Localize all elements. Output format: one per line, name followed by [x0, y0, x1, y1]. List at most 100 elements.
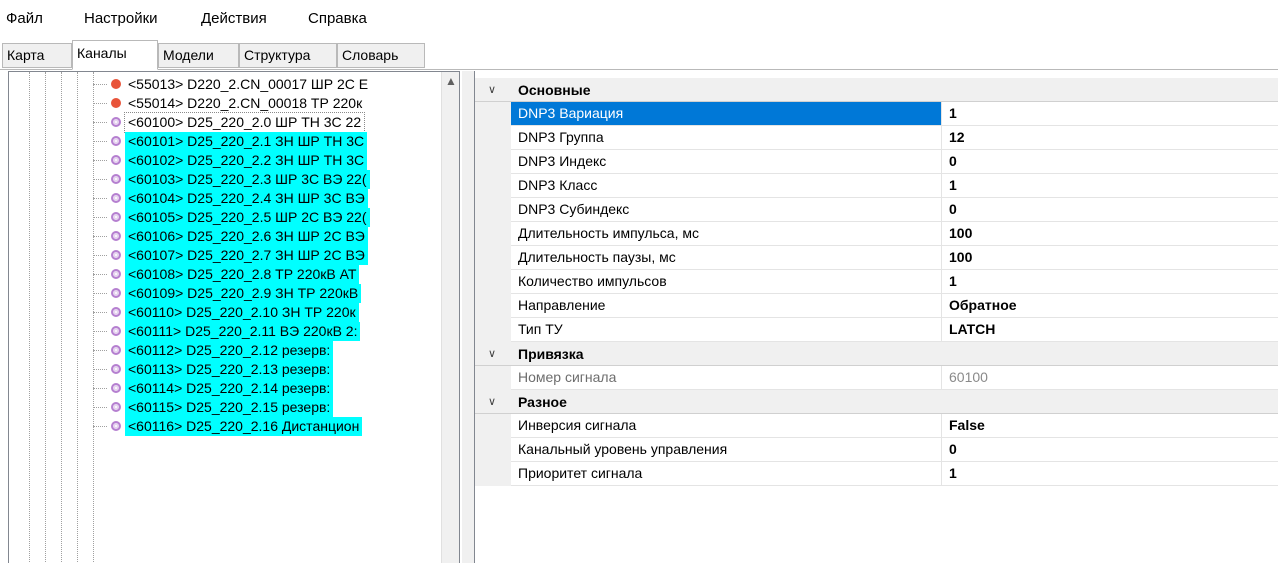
property-name[interactable]: Длительность импульса, мс	[511, 222, 942, 245]
tree-item[interactable]: <60107> D25_220_2.7 ЗН ШР 2С ВЭ	[93, 246, 459, 265]
tree-guide	[61, 72, 62, 563]
property-row[interactable]: DNP3 Группа 12	[475, 126, 1278, 150]
status-dot-icon	[111, 155, 121, 165]
tab-strip: Карта Каналы Модели Структура Словарь	[0, 40, 1278, 70]
tree-connector	[93, 198, 107, 199]
property-name[interactable]: Тип ТУ	[511, 318, 942, 341]
tree-item[interactable]: <60114> D25_220_2.14 резерв:	[93, 379, 459, 398]
property-value[interactable]: False	[942, 414, 985, 437]
tree-item[interactable]: <60106> D25_220_2.6 ЗН ШР 2С ВЭ	[93, 227, 459, 246]
chevron-down-icon[interactable]: ∨	[483, 393, 501, 411]
property-name[interactable]: Номер сигнала	[511, 366, 942, 389]
status-dot-icon	[111, 307, 121, 317]
property-value[interactable]: 0	[942, 150, 957, 173]
tree-guide	[29, 72, 30, 563]
tab-structure[interactable]: Структура	[239, 43, 337, 68]
tree-item[interactable]: <60109> D25_220_2.9 ЗН ТР 220кВ	[93, 284, 459, 303]
tree-guide	[77, 72, 78, 563]
property-value[interactable]: 1	[942, 174, 957, 197]
property-value[interactable]: 1	[942, 102, 957, 125]
tree-item[interactable]: <60101> D25_220_2.1 ЗН ШР ТН 3С	[93, 132, 459, 151]
tree-connector	[93, 274, 107, 275]
property-value[interactable]: LATCH	[942, 318, 995, 341]
chevron-down-icon[interactable]: ∨	[483, 81, 501, 99]
menu-file[interactable]: Файл	[6, 10, 43, 28]
property-row[interactable]: DNP3 Класс 1	[475, 174, 1278, 198]
property-value[interactable]: 1	[942, 462, 957, 485]
property-name[interactable]: Приоритет сигнала	[511, 462, 942, 485]
tree-connector	[93, 236, 107, 237]
property-name[interactable]: Длительность паузы, мс	[511, 246, 942, 269]
property-row[interactable]: Количество импульсов 1	[475, 270, 1278, 294]
tree-item-label: <60110> D25_220_2.10 ЗН ТР 220к	[125, 303, 359, 322]
property-row[interactable]: Инверсия сигнала False	[475, 414, 1278, 438]
tree-item[interactable]: <60104> D25_220_2.4 ЗН ШР 3С ВЭ	[93, 189, 459, 208]
property-name[interactable]: Количество импульсов	[511, 270, 942, 293]
property-category[interactable]: ∨ Привязка	[475, 342, 1278, 366]
property-value[interactable]: 12	[942, 126, 965, 149]
tree-item[interactable]: <60111> D25_220_2.11 ВЭ 220кВ 2:	[93, 322, 459, 341]
tree-item-label: <55014> D220_2.CN_00018 ТР 220к	[128, 95, 363, 111]
property-name[interactable]: Направление	[511, 294, 942, 317]
channel-tree[interactable]: <55013> D220_2.CN_00017 ШР 2С Е <55014> D…	[8, 71, 460, 563]
property-name[interactable]: DNP3 Вариация	[511, 102, 942, 125]
panel-splitter[interactable]	[462, 71, 474, 563]
tree-connector	[93, 350, 107, 351]
tree-item-label: <55013> D220_2.CN_00017 ШР 2С Е	[128, 76, 369, 92]
property-name[interactable]: DNP3 Индекс	[511, 150, 942, 173]
tree-item[interactable]: <55014> D220_2.CN_00018 ТР 220к	[93, 94, 459, 113]
row-gutter	[475, 102, 511, 126]
category-label: Разное	[518, 394, 567, 410]
row-gutter	[475, 126, 511, 150]
property-row[interactable]: Длительность паузы, мс 100	[475, 246, 1278, 270]
tab-models[interactable]: Модели	[158, 43, 239, 68]
property-name[interactable]: Канальный уровень управления	[511, 438, 942, 461]
property-row[interactable]: Длительность импульса, мс 100	[475, 222, 1278, 246]
tree-item[interactable]: <60108> D25_220_2.8 ТР 220кВ АТ	[93, 265, 459, 284]
property-name[interactable]: Инверсия сигнала	[511, 414, 942, 437]
property-row[interactable]: Тип ТУ LATCH	[475, 318, 1278, 342]
property-row[interactable]: Направление Обратное	[475, 294, 1278, 318]
property-row[interactable]: DNP3 Вариация 1	[475, 102, 1278, 126]
property-value[interactable]: Обратное	[942, 294, 1017, 317]
property-row[interactable]: DNP3 Субиндекс 0	[475, 198, 1278, 222]
tree-item[interactable]: <60110> D25_220_2.10 ЗН ТР 220к	[93, 303, 459, 322]
tree-item[interactable]: <55013> D220_2.CN_00017 ШР 2С Е	[93, 75, 459, 94]
chevron-down-icon[interactable]: ∨	[483, 345, 501, 363]
tree-item-label: <60101> D25_220_2.1 ЗН ШР ТН 3С	[125, 132, 368, 151]
tree-item[interactable]: <60116> D25_220_2.16 Дистанцион	[93, 417, 459, 436]
property-name[interactable]: DNP3 Субиндекс	[511, 198, 942, 221]
property-row[interactable]: Приоритет сигнала 1	[475, 462, 1278, 486]
property-row[interactable]: DNP3 Индекс 0	[475, 150, 1278, 174]
tree-item[interactable]: <60115> D25_220_2.15 резерв:	[93, 398, 459, 417]
property-value[interactable]: 0	[942, 438, 957, 461]
tab-dictionary[interactable]: Словарь	[337, 43, 425, 68]
menu-settings[interactable]: Настройки	[84, 10, 158, 28]
property-value[interactable]: 0	[942, 198, 957, 221]
tree-item[interactable]: <60103> D25_220_2.3 ШР 3С ВЭ 22(	[93, 170, 459, 189]
tree-item[interactable]: <60102> D25_220_2.2 ЗН ШР ТН 3С	[93, 151, 459, 170]
tab-channels[interactable]: Каналы	[72, 40, 158, 70]
property-value[interactable]: 100	[942, 246, 972, 269]
tab-map[interactable]: Карта	[2, 43, 72, 68]
property-row[interactable]: Канальный уровень управления 0	[475, 438, 1278, 462]
property-category[interactable]: ∨ Основные	[475, 78, 1278, 102]
scroll-up-arrow-icon[interactable]: ▲	[442, 72, 459, 90]
tree-scrollbar[interactable]: ▲	[441, 72, 459, 563]
tree-item[interactable]: <60112> D25_220_2.12 резерв:	[93, 341, 459, 360]
property-grid: ∨ Основные DNP3 Вариация 1 DNP3 Группа 12 DNP3…	[474, 71, 1278, 563]
tree-item[interactable]: <60100> D25_220_2.0 ШР ТН 3С 22	[93, 112, 459, 133]
row-gutter	[475, 246, 511, 270]
tree-connector	[93, 84, 107, 85]
property-value[interactable]: 100	[942, 222, 972, 245]
menu-actions[interactable]: Действия	[201, 10, 267, 28]
tree-item[interactable]: <60113> D25_220_2.13 резерв:	[93, 360, 459, 379]
property-category[interactable]: ∨ Разное	[475, 390, 1278, 414]
property-value[interactable]: 1	[942, 270, 957, 293]
property-row[interactable]: Номер сигнала 60100	[475, 366, 1278, 390]
property-name[interactable]: DNP3 Группа	[511, 126, 942, 149]
row-gutter	[475, 366, 511, 390]
menu-help[interactable]: Справка	[308, 10, 367, 28]
property-name[interactable]: DNP3 Класс	[511, 174, 942, 197]
tree-item[interactable]: <60105> D25_220_2.5 ШР 2С ВЭ 22(	[93, 208, 459, 227]
